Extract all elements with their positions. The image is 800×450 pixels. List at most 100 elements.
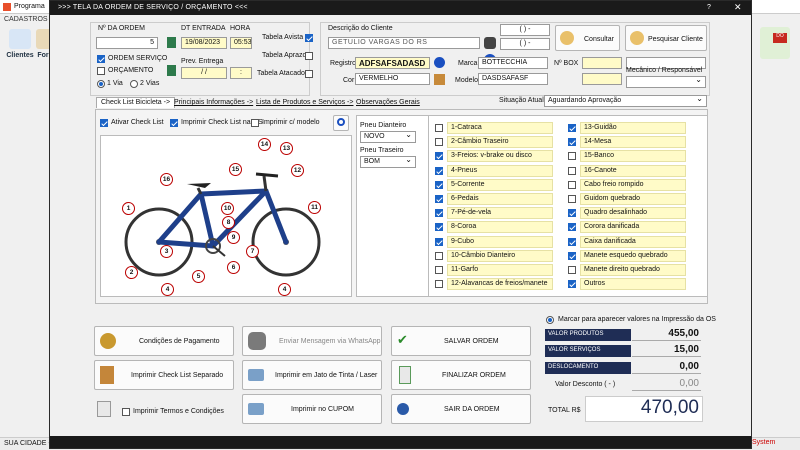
consult-button[interactable]: Consultar <box>555 25 620 51</box>
toolbar-fornecedores[interactable]: For <box>36 27 50 63</box>
checklist-checkbox[interactable] <box>568 266 576 274</box>
client-name-field[interactable]: GETULIO VARGAS DO RS <box>328 37 480 49</box>
delivery-hour-field[interactable]: : <box>230 67 252 79</box>
print-with-model-checkbox[interactable] <box>251 119 259 127</box>
print-terms-checkbox[interactable] <box>122 408 130 416</box>
background-app-title: Programa <box>14 3 45 10</box>
box-extra-field[interactable] <box>582 73 622 85</box>
whatsapp-small-icon[interactable] <box>484 37 496 49</box>
bike-label-16: 16 <box>160 173 173 186</box>
price-table-aprazo-checkbox[interactable] <box>305 52 313 60</box>
print-inkjet-button[interactable]: Imprimir em Jato de Tinta / Laser <box>242 360 382 390</box>
checklist-checkbox[interactable] <box>568 138 576 147</box>
two-copies-radio[interactable] <box>130 80 138 88</box>
search-client-button[interactable]: Pesquisar Cliente <box>625 25 707 51</box>
tab-main-info[interactable]: Principais Informações -> <box>174 99 253 106</box>
exit-order-button[interactable]: SAIR DA ORDEM <box>391 394 531 424</box>
marca-field[interactable]: BOTTECCHIA <box>478 57 548 69</box>
checklist-checkbox[interactable] <box>435 280 443 289</box>
tab-observations[interactable]: Observações Gerais <box>356 99 420 106</box>
phone2-field[interactable]: ( ) - <box>500 38 550 50</box>
entry-date-field[interactable]: 19/08/2023 <box>181 37 227 49</box>
checklist-checkbox[interactable] <box>568 166 576 175</box>
modelo-field[interactable]: DASDSAFASF <box>478 73 548 85</box>
background-menu-cadastros[interactable]: CADASTROS <box>4 16 48 23</box>
situation-select[interactable]: Aguardando Aprovação <box>544 94 707 107</box>
calendar-icon[interactable] <box>167 37 176 48</box>
help-button[interactable]: ? <box>707 4 711 11</box>
phone1-field[interactable]: ( ) - <box>500 24 550 36</box>
checklist-checkbox[interactable] <box>435 209 443 218</box>
delivery-calendar-icon[interactable] <box>167 65 176 76</box>
checklist-checkbox[interactable] <box>568 195 576 203</box>
checklist-checkbox[interactable] <box>568 209 576 218</box>
handlebar <box>255 172 279 178</box>
tab-products-services[interactable]: Lista de Produtos e Serviços -> <box>256 99 353 106</box>
finish-order-button[interactable]: FINALIZAR ORDEM <box>391 360 531 390</box>
entry-date-label: DT ENTRADA <box>181 25 226 32</box>
price-table-atacado-checkbox[interactable] <box>305 70 313 78</box>
order-number-field[interactable]: 5 <box>96 37 158 49</box>
activate-checklist-label: Ativar Check List <box>111 119 164 126</box>
checklist-checkbox[interactable] <box>568 180 576 189</box>
tab-check-list[interactable]: Check List Bicicleta -> <box>96 97 176 108</box>
checklist-checkbox[interactable] <box>435 166 443 175</box>
activate-checklist-checkbox[interactable] <box>100 119 108 127</box>
bike-label-7: 7 <box>246 245 259 258</box>
checklist-checkbox[interactable] <box>435 251 443 260</box>
products-total-value: 455,00 <box>632 328 701 341</box>
print-coupon-button[interactable]: Imprimir no CUPOM <box>242 394 382 424</box>
checklist-checkbox[interactable] <box>435 124 443 132</box>
close-icon[interactable]: ✕ <box>734 2 742 13</box>
budget-checkbox[interactable] <box>97 67 105 75</box>
checklist-item-label: 8-Coroa <box>447 221 553 234</box>
discount-value[interactable]: 0,00 <box>632 378 701 391</box>
price-table-avista-checkbox[interactable] <box>305 34 313 42</box>
box-field[interactable] <box>582 57 622 69</box>
checklist-checkbox[interactable] <box>568 237 576 246</box>
checklist-checkbox[interactable] <box>568 223 576 232</box>
checklist-item-label: 15-Banco <box>580 150 686 163</box>
registro-field[interactable]: ADFSAFSADASD <box>355 57 430 69</box>
hour-field[interactable]: 05:53 <box>230 37 252 49</box>
checklist-checkbox[interactable] <box>435 223 443 232</box>
checklist-checkbox[interactable] <box>568 124 576 132</box>
checklist-checkbox[interactable] <box>568 280 576 289</box>
mechanic-label: Mecânico / Responsável <box>626 67 703 74</box>
cor-field[interactable]: VERMELHO <box>355 73 430 85</box>
exit-app-icon[interactable]: DO <box>760 27 790 59</box>
delivery-date-field[interactable]: / / <box>181 67 227 79</box>
whatsapp-button[interactable]: Enviar Mensagem via WhatsApp <box>242 326 382 356</box>
show-values-radio[interactable] <box>546 316 554 324</box>
print-checklist-button[interactable]: Imprimir Check List Separado <box>94 360 234 390</box>
save-order-button[interactable]: ✔ SALVAR ORDEM <box>391 326 531 356</box>
zoom-button[interactable] <box>333 115 349 131</box>
rear-tire-label: Pneu Traseiro <box>360 147 404 154</box>
one-copy-radio[interactable] <box>97 80 105 88</box>
checklist-checkbox[interactable] <box>435 152 443 161</box>
checklist-checkbox[interactable] <box>435 195 443 203</box>
checklist-checkbox[interactable] <box>568 152 576 161</box>
checklist-checkbox[interactable] <box>435 266 443 274</box>
bike-label-11: 11 <box>308 201 321 214</box>
toolbar-clientes[interactable]: Clientes <box>0 27 40 63</box>
checklist-item-label: Corora danificada <box>580 221 686 234</box>
rear-tire-select[interactable]: BOM <box>360 155 416 168</box>
bike-label-6: 6 <box>227 261 240 274</box>
print-checklist-os-checkbox[interactable] <box>170 119 178 127</box>
window-title: >>> TELA DA ORDEM DE SERVIÇO / ORÇAMENTO… <box>58 4 248 11</box>
checklist-checkbox[interactable] <box>435 138 443 147</box>
search-client-icon <box>630 31 644 45</box>
front-tire-select[interactable]: NOVO <box>360 130 416 143</box>
bike-label-4b: 4 <box>278 283 291 296</box>
checklist-checkbox[interactable] <box>435 237 443 246</box>
checklist-item-label: Outros <box>580 278 686 291</box>
bike-info-icon[interactable] <box>434 57 445 68</box>
checklist-checkbox[interactable] <box>435 180 443 189</box>
checklist-checkbox[interactable] <box>568 251 576 260</box>
order-service-checkbox[interactable] <box>97 55 105 63</box>
payment-conditions-button[interactable]: Condições de Pagamento <box>94 326 234 356</box>
travel-value[interactable]: 0,00 <box>632 361 701 374</box>
notes-icon[interactable] <box>434 74 445 85</box>
mechanic-select[interactable] <box>626 75 706 88</box>
